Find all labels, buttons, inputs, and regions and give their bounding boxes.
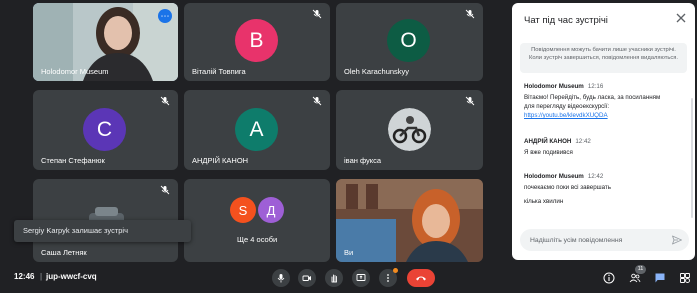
- chat-message-time: 12:42: [587, 173, 604, 180]
- meeting-control-bar: 12:46 | jup-wwcf-cvq 11: [0, 262, 697, 293]
- meeting-clock: 12:46: [14, 272, 35, 281]
- mic-toggle-button[interactable]: [272, 269, 290, 287]
- participant-tile-ivan[interactable]: іван фукса: [336, 90, 483, 170]
- chat-message-sender: Holodomor Museum 12:16: [524, 83, 604, 90]
- mic-muted-icon: [312, 96, 322, 106]
- participant-tile-vitalii[interactable]: B Віталій Товпига: [184, 3, 330, 81]
- camera-toggle-button[interactable]: [298, 269, 316, 287]
- chat-message-sender: АНДРІЙ КАНОН 12:42: [524, 138, 591, 145]
- participant-avatar: S: [230, 197, 256, 223]
- chat-message: АНДРІЙ КАНОН 12:42 Я вже подивився: [524, 138, 684, 157]
- hang-up-button[interactable]: [407, 269, 435, 287]
- more-options-button[interactable]: [379, 268, 398, 287]
- participant-left-toast: Sergiy Karpyk залишає зустріч: [14, 220, 191, 242]
- chat-message-text: почекаємо поки всі завершать кілька хвил…: [524, 184, 611, 205]
- participant-name: Ви: [344, 248, 354, 257]
- participant-tile-oleh[interactable]: O Oleh Karachunskyy: [336, 3, 483, 81]
- participant-avatar: C: [83, 108, 126, 151]
- chat-button[interactable]: [652, 270, 668, 286]
- chat-panel: Чат під час зустрічі Повідомлення можуть…: [512, 3, 695, 260]
- hang-up-icon: [416, 276, 426, 281]
- meeting-details-button[interactable]: [601, 270, 617, 286]
- activities-button[interactable]: [677, 270, 693, 286]
- chat-message-input[interactable]: [530, 229, 670, 251]
- chat-scrollbar[interactable]: [691, 98, 693, 218]
- participant-tile-more-people[interactable]: S Д Ще 4 особи: [184, 179, 330, 262]
- tile-options-icon[interactable]: ⋯: [158, 9, 172, 23]
- mic-muted-icon: [465, 96, 475, 106]
- participant-name: Віталій Товпига: [192, 67, 246, 76]
- raise-hand-button[interactable]: [325, 269, 343, 287]
- camera-icon: [302, 275, 311, 281]
- chat-panel-title: Чат під час зустрічі: [524, 15, 608, 26]
- participant-tile-stepan[interactable]: C Степан Стефанюк: [33, 90, 178, 170]
- participant-tile-holodomor-museum[interactable]: ⋯ Holodomor Museum: [33, 3, 178, 81]
- chat-message-sender: Holodomor Museum 12:42: [524, 173, 604, 180]
- present-screen-icon: [356, 274, 366, 281]
- present-button[interactable]: [352, 269, 370, 287]
- more-options-icon: [387, 274, 389, 282]
- participant-avatar: A: [235, 108, 278, 151]
- mic-muted-icon: [160, 185, 170, 195]
- notification-dot: [393, 268, 398, 273]
- chat-icon: [655, 273, 665, 283]
- meeting-code: jup-wwcf-cvq: [46, 272, 97, 281]
- participant-name: Степан Стефанюк: [41, 156, 105, 165]
- participant-name: Holodomor Museum: [41, 67, 109, 76]
- participant-name: Oleh Karachunskyy: [344, 67, 410, 76]
- raise-hand-icon: [331, 274, 337, 283]
- participant-avatar: O: [387, 19, 430, 62]
- activities-icon: [680, 273, 690, 283]
- send-icon[interactable]: [671, 234, 683, 246]
- chat-message-text: Вітаємо! Перейдіть, будь ласка, за посил…: [524, 94, 661, 110]
- mic-muted-icon: [312, 9, 322, 19]
- participant-name: Ще 4 особи: [237, 235, 278, 244]
- mic-muted-icon: [465, 9, 475, 19]
- chat-message-time: 12:42: [575, 138, 591, 145]
- people-icon: [629, 273, 641, 283]
- participant-name: АНДРІЙ КАНОН: [192, 156, 249, 165]
- motorcycle-avatar-image: [388, 108, 431, 151]
- chat-input-box[interactable]: [520, 229, 689, 251]
- participant-avatar: Д: [258, 197, 284, 223]
- participant-tile-andrii[interactable]: A АНДРІЙ КАНОН: [184, 90, 330, 170]
- participant-video-self: [336, 179, 483, 262]
- participant-name: Саша Летняк: [41, 248, 87, 257]
- chat-message: Holodomor Museum 12:42 почекаємо поки всі…: [524, 173, 684, 206]
- chat-message-text: Я вже подивився: [524, 149, 573, 156]
- chat-message-time: 12:16: [587, 83, 604, 90]
- chat-privacy-notice: Повідомлення можуть бачити лише учасники…: [520, 43, 687, 73]
- separator: |: [40, 272, 43, 281]
- participant-avatar: B: [235, 19, 278, 62]
- mic-icon: [277, 274, 285, 283]
- participant-tile-self[interactable]: Ви: [336, 179, 483, 262]
- people-button[interactable]: [627, 270, 643, 286]
- chat-message: Holodomor Museum 12:16 Вітаємо! Перейдіть…: [524, 83, 684, 120]
- mic-muted-icon: [160, 96, 170, 106]
- participant-name: іван фукса: [344, 156, 382, 165]
- close-icon[interactable]: [675, 12, 687, 24]
- info-icon: [603, 272, 615, 284]
- chat-message-link[interactable]: https://youtu.be/klevdkXUQDA: [524, 111, 684, 120]
